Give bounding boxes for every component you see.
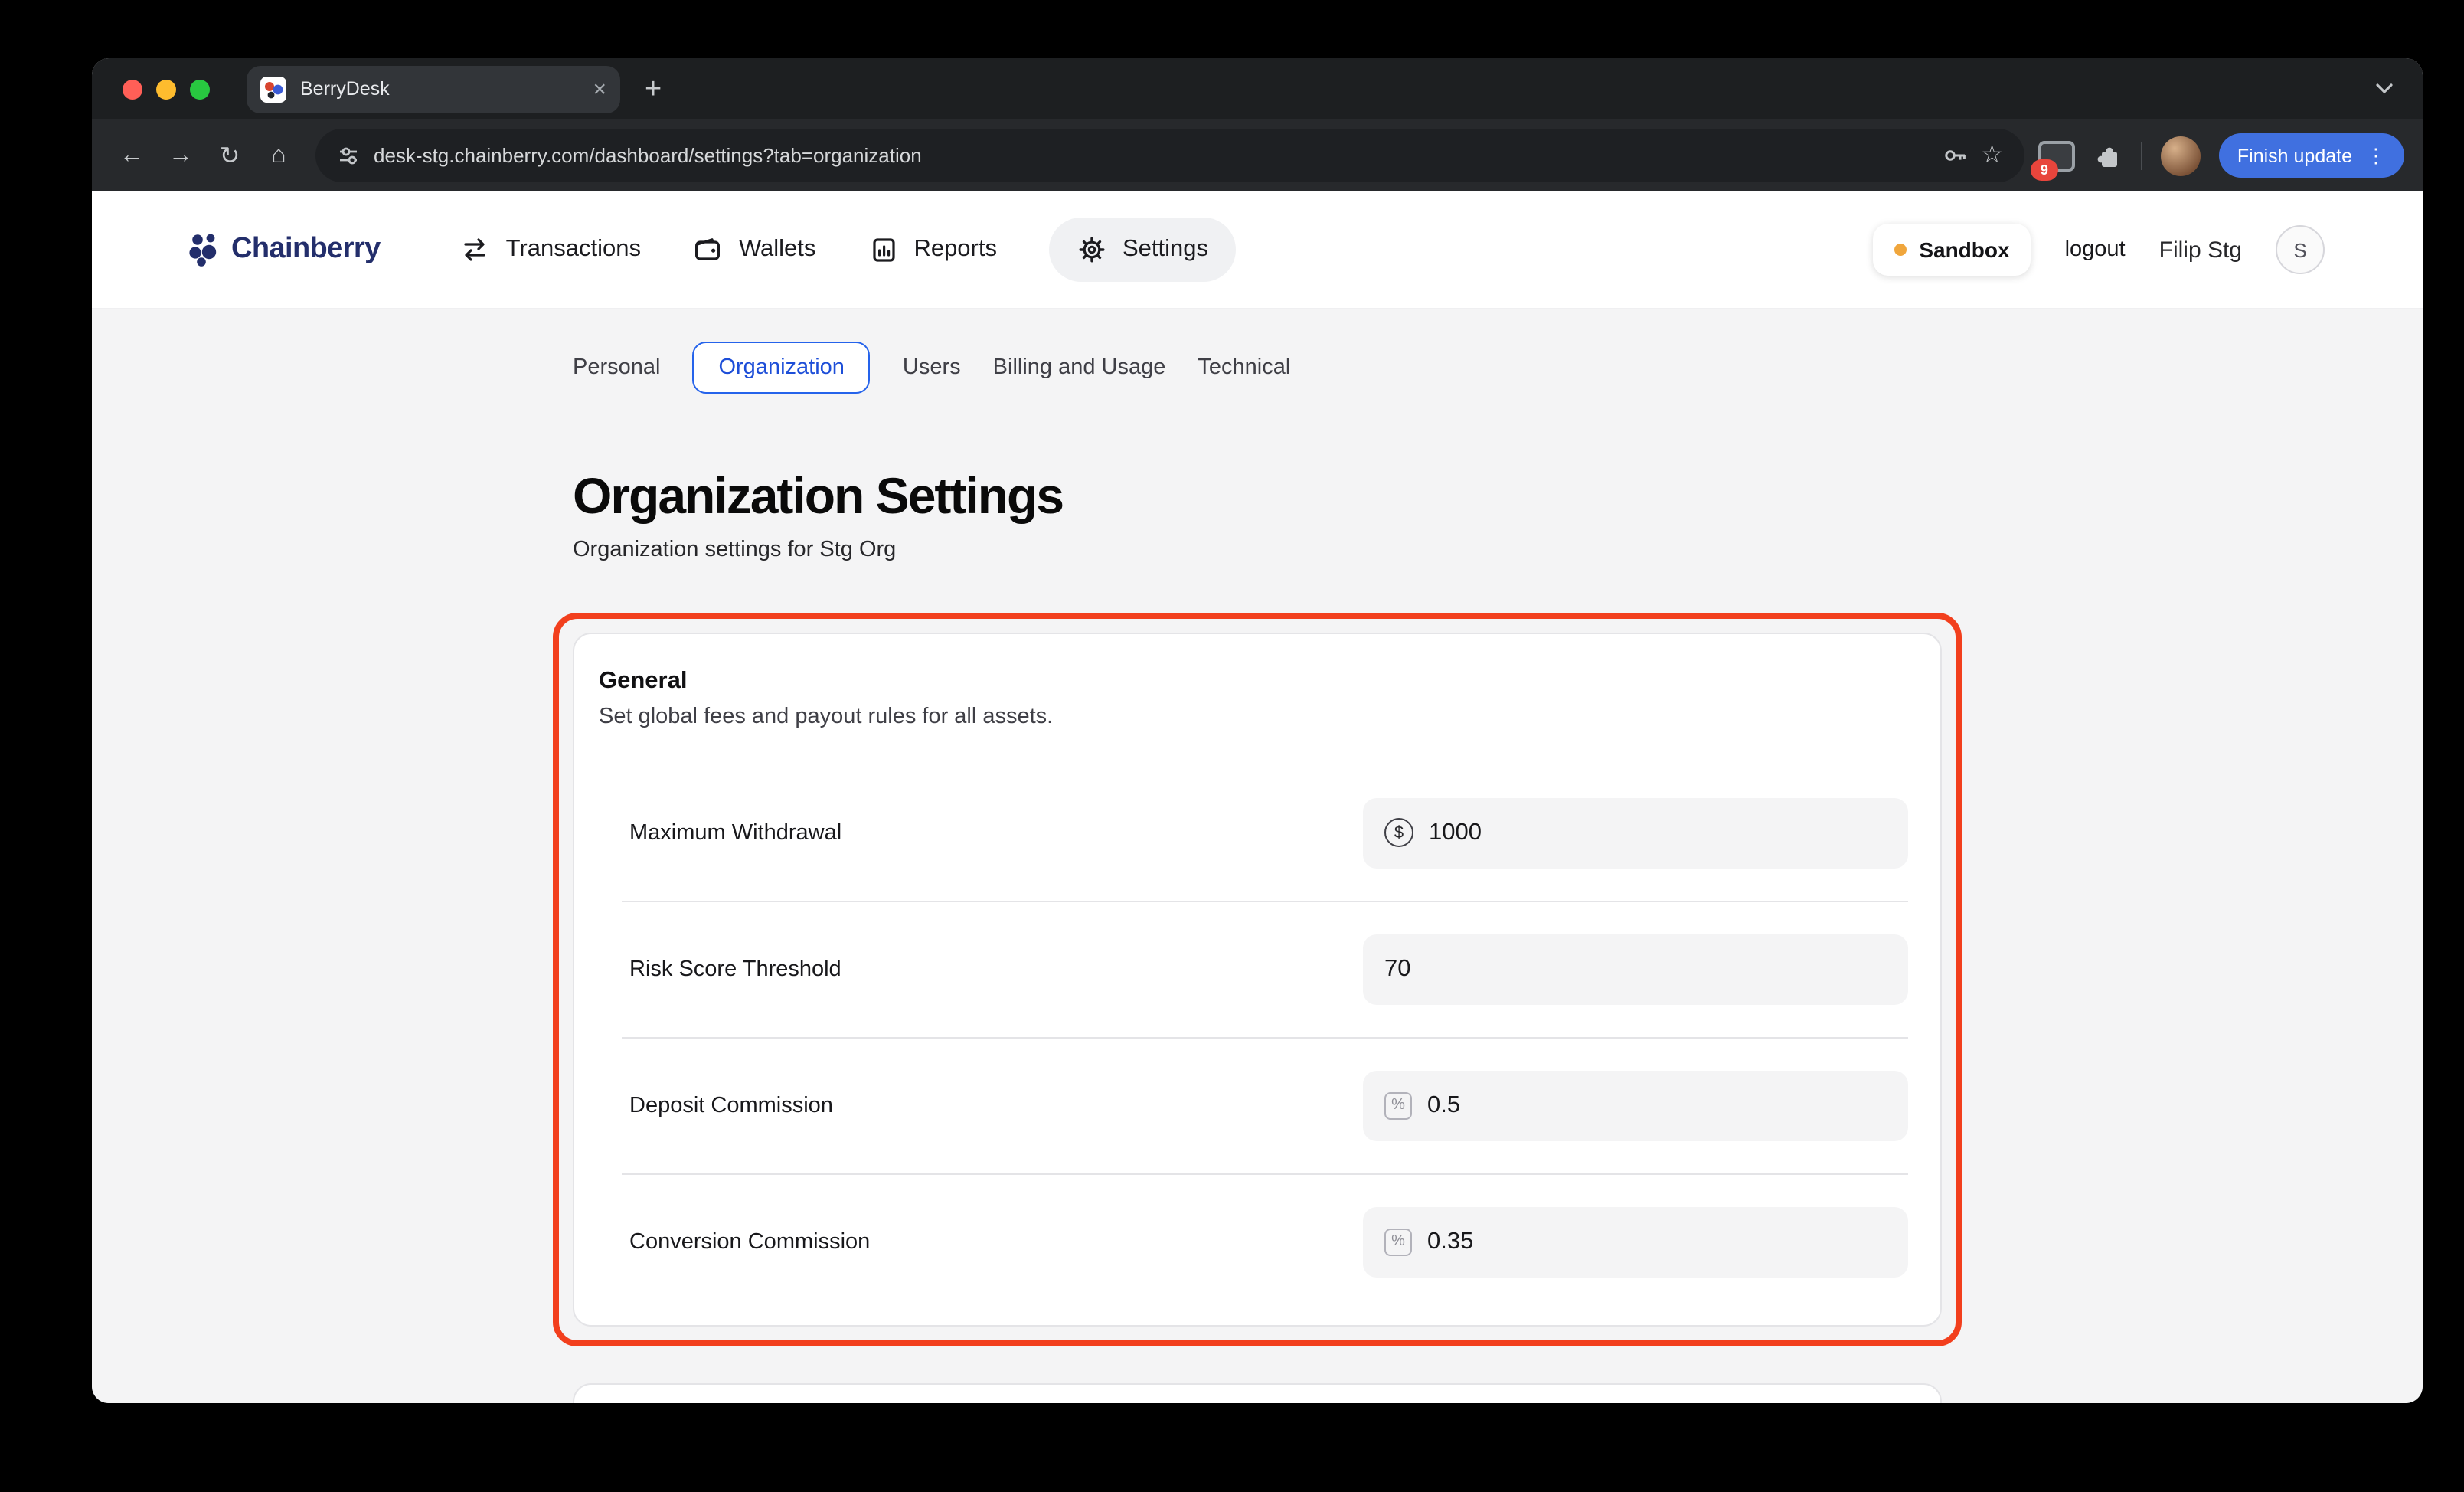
brand-name: Chainberry <box>231 233 381 267</box>
user-name[interactable]: Filip Stg <box>2159 237 2242 263</box>
browser-window: BerryDesk × + ← → ↻ ⌂ <box>92 58 2423 1403</box>
page-title: Organization Settings <box>573 467 1942 525</box>
gear-icon <box>1077 234 1107 265</box>
back-icon[interactable]: ← <box>107 131 156 180</box>
field-row-maximum-withdrawal: Maximum Withdrawal $ 1000 <box>574 766 1940 901</box>
maximum-withdrawal-input[interactable]: $ 1000 <box>1363 798 1908 869</box>
tab-organization[interactable]: Organization <box>692 342 870 394</box>
field-label: Deposit Commission <box>629 1094 1363 1118</box>
tab-search-chevron-icon[interactable] <box>2364 74 2404 104</box>
chainberry-logo[interactable]: Chainberry <box>187 231 381 268</box>
nav-label: Reports <box>913 236 997 263</box>
finish-update-button[interactable]: Finish update ⋮ <box>2219 133 2404 178</box>
next-card-partial <box>573 1383 1942 1403</box>
field-row-conversion-commission: Conversion Commission % 0.35 <box>574 1175 1940 1310</box>
minimize-window-button[interactable] <box>156 79 176 99</box>
field-row-risk-score-threshold: Risk Score Threshold 70 <box>574 902 1940 1037</box>
nav-item-reports[interactable]: Reports <box>868 234 997 265</box>
page-subtitle: Organization settings for Stg Org <box>573 538 1942 562</box>
browser-toolbar: ← → ↻ ⌂ desk-stg.chainberry.com/dashboar… <box>92 119 2423 191</box>
new-tab-button[interactable]: + <box>645 74 662 103</box>
field-label: Risk Score Threshold <box>629 957 1363 982</box>
close-tab-icon[interactable]: × <box>593 77 606 100</box>
berry-logo-icon <box>187 231 221 268</box>
toolbar-right-cluster: 9 Finish update ⋮ <box>2037 133 2407 178</box>
settings-fields: Maximum Withdrawal $ 1000 Risk Score Thr… <box>574 766 1940 1325</box>
macos-window-controls <box>123 79 210 99</box>
percent-icon: % <box>1384 1092 1412 1120</box>
card-description: Set global fees and payout rules for all… <box>599 705 1904 729</box>
field-value: 0.5 <box>1427 1092 1460 1120</box>
nav-item-transactions[interactable]: Transactions <box>460 234 641 265</box>
browser-profile-avatar[interactable] <box>2161 136 2201 175</box>
nav-label: Wallets <box>739 236 816 263</box>
dollar-icon: $ <box>1384 819 1413 848</box>
extensions-puzzle-icon[interactable] <box>2095 142 2123 169</box>
site-favicon <box>260 76 286 102</box>
general-settings-card: General Set global fees and payout rules… <box>573 633 1942 1327</box>
tab-billing-and-usage[interactable]: Billing and Usage <box>993 343 1166 392</box>
extension-badge: 9 <box>2031 159 2058 180</box>
browser-tab[interactable]: BerryDesk × <box>247 65 620 113</box>
pinned-extension-icon[interactable]: 9 <box>2037 136 2077 175</box>
field-label: Conversion Commission <box>629 1230 1363 1255</box>
wallet-icon <box>693 234 724 265</box>
nav-item-wallets[interactable]: Wallets <box>693 234 816 265</box>
tab-personal[interactable]: Personal <box>573 343 660 392</box>
page-content: Personal Organization Users Billing and … <box>92 309 2423 1403</box>
logout-link[interactable]: logout <box>2065 237 2126 262</box>
reload-icon[interactable]: ↻ <box>205 131 254 180</box>
tab-users[interactable]: Users <box>903 343 961 392</box>
nav-label: Settings <box>1123 236 1208 263</box>
environment-label: Sandbox <box>1919 237 2009 262</box>
home-icon[interactable]: ⌂ <box>254 131 303 180</box>
tab-title: BerryDesk <box>300 78 579 100</box>
user-avatar[interactable]: S <box>2276 225 2325 274</box>
close-window-button[interactable] <box>123 79 142 99</box>
browser-menu-icon[interactable]: ⋮ <box>2366 146 2386 165</box>
forward-icon[interactable]: → <box>156 131 205 180</box>
field-value: 1000 <box>1429 820 1482 847</box>
browser-tab-strip: BerryDesk × + <box>92 58 2423 119</box>
main-nav: Transactions Wallets <box>460 218 1236 282</box>
screenshot-stage: BerryDesk × + ← → ↻ ⌂ <box>0 0 2464 1492</box>
password-key-icon[interactable] <box>1941 142 1967 169</box>
address-bar[interactable]: desk-stg.chainberry.com/dashboard/settin… <box>315 129 2024 182</box>
transactions-icon <box>460 234 491 265</box>
risk-score-threshold-input[interactable]: 70 <box>1363 934 1908 1005</box>
percent-icon: % <box>1384 1229 1412 1256</box>
annotation-highlight: General Set global fees and payout rules… <box>553 613 1962 1346</box>
environment-badge[interactable]: Sandbox <box>1873 224 2031 276</box>
field-label: Maximum Withdrawal <box>629 821 1363 846</box>
field-value: 70 <box>1384 956 1411 983</box>
finish-update-label: Finish update <box>2237 145 2352 166</box>
toolbar-divider <box>2141 142 2142 169</box>
nav-label: Transactions <box>506 236 641 263</box>
card-title: General <box>599 668 1904 695</box>
url-text[interactable]: desk-stg.chainberry.com/dashboard/settin… <box>374 144 1927 167</box>
conversion-commission-input[interactable]: % 0.35 <box>1363 1207 1908 1278</box>
header-right-cluster: Sandbox logout Filip Stg S <box>1873 224 2325 276</box>
settings-tabs: Personal Organization Users Billing and … <box>573 342 1942 394</box>
app-header: Chainberry Transactions Wallet <box>92 191 2423 309</box>
zoom-window-button[interactable] <box>190 79 210 99</box>
environment-status-dot <box>1894 244 1907 256</box>
field-value: 0.35 <box>1427 1229 1473 1256</box>
field-row-deposit-commission: Deposit Commission % 0.5 <box>574 1039 1940 1173</box>
site-settings-icon[interactable] <box>337 144 360 167</box>
tab-technical[interactable]: Technical <box>1198 343 1290 392</box>
deposit-commission-input[interactable]: % 0.5 <box>1363 1071 1908 1141</box>
reports-icon <box>868 234 898 265</box>
nav-item-settings[interactable]: Settings <box>1049 218 1236 282</box>
bookmark-star-icon[interactable]: ☆ <box>1981 143 2003 168</box>
